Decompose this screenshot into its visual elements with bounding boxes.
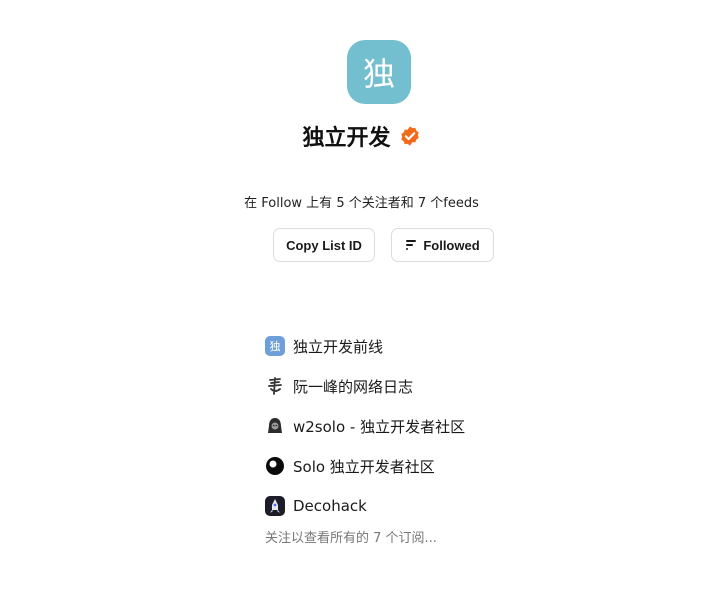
feed-avatar-w2solo (265, 416, 285, 436)
feed-label: Solo 独立开发者社区 (293, 457, 435, 476)
list-title-row: 独立开发 (0, 120, 723, 152)
follow-icon (406, 240, 417, 250)
feed-item[interactable]: Decohack (265, 486, 665, 526)
feed-item[interactable]: Solo 独立开发者社区 (265, 446, 665, 486)
feed-item[interactable]: 阮一峰的网络日志 (265, 366, 665, 406)
copy-list-id-label: Copy List ID (286, 237, 362, 253)
feed-list: 独 独立开发前线 阮一峰的网络日志 w2solo - 独立开发者社区 Solo … (265, 326, 665, 526)
follow-to-see-all-note: 关注以查看所有的 7 个订阅... (265, 531, 437, 546)
copy-list-id-button[interactable]: Copy List ID (273, 228, 375, 262)
followed-label: Followed (423, 237, 480, 253)
feed-avatar-solo (265, 456, 285, 476)
list-summary: 在 Follow 上有 5 个关注者和 7 个feeds (244, 196, 479, 211)
feed-label: 独立开发前线 (293, 337, 384, 356)
feed-label: 阮一峰的网络日志 (293, 377, 414, 396)
list-avatar: 独 (347, 40, 411, 104)
feed-label: w2solo - 独立开发者社区 (293, 417, 466, 436)
feed-item[interactable]: 独 独立开发前线 (265, 326, 665, 366)
verified-badge-icon (400, 126, 419, 146)
feed-avatar-decohack (265, 496, 285, 516)
feed-label: Decohack (293, 497, 367, 515)
feed-avatar-indie-frontline: 独 (265, 336, 285, 356)
feed-avatar-ruanyifeng (265, 376, 285, 396)
feed-item[interactable]: w2solo - 独立开发者社区 (265, 406, 665, 446)
followed-button[interactable]: Followed (391, 228, 494, 262)
list-avatar-char: 独 (362, 55, 395, 93)
list-title: 独立开发 (302, 126, 391, 151)
